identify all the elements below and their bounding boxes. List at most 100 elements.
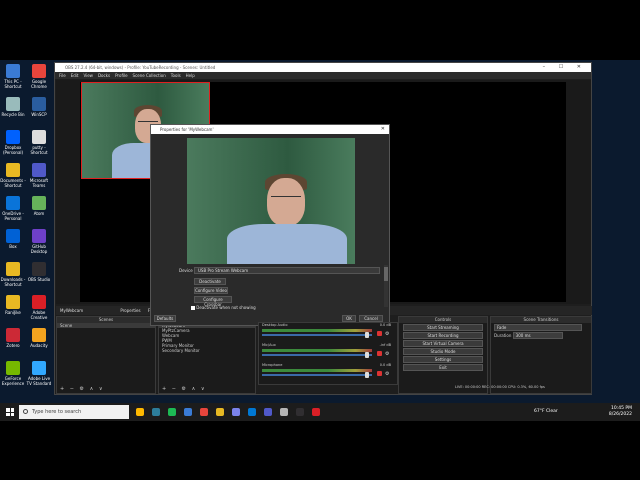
desktop-icon[interactable]: This PC - Shortcut [0, 64, 26, 89]
menu-item[interactable]: View [83, 73, 93, 78]
obs-title-bar: OBS 27.2.4 (64-bit, windows) - Profile: … [55, 63, 591, 72]
control-button[interactable]: Start Recording [403, 332, 483, 339]
clock[interactable]: 10:45 PM 8/26/2022 [609, 406, 632, 418]
gear-icon[interactable]: ⚙ [385, 351, 389, 357]
search-placeholder: Type here to search [32, 409, 82, 415]
desktop-icon[interactable]: Documents - Shortcut [0, 163, 26, 188]
desktop-icon[interactable]: putty - Shortcut [26, 130, 52, 155]
app-icon [6, 229, 20, 243]
channel-db: 0.0 dB [379, 323, 391, 327]
window-controls[interactable]: – ☐ ✕ [543, 63, 587, 72]
configure-video-button[interactable]: Configure Video [194, 287, 228, 294]
app-icon [32, 328, 46, 342]
speaker-icon[interactable] [377, 351, 382, 356]
app-icon [32, 64, 46, 78]
speaker-icon[interactable] [377, 331, 382, 336]
taskbar-app-icon[interactable] [184, 408, 192, 416]
source-item[interactable]: Secondary Monitor [159, 348, 255, 353]
volume-slider[interactable] [262, 374, 372, 376]
duration-input[interactable]: 300 ms [512, 332, 563, 339]
close-icon[interactable]: ✕ [381, 125, 385, 134]
volume-slider-handle[interactable] [365, 332, 369, 338]
taskbar-app-icon[interactable] [296, 408, 304, 416]
volume-slider[interactable] [262, 354, 372, 356]
gear-icon[interactable]: ⚙ [385, 371, 389, 377]
app-icon [6, 328, 20, 342]
desktop-icon[interactable]: Zotero [0, 328, 26, 348]
deactivate-checkbox-row[interactable]: Deactivate when not showing [191, 305, 256, 310]
taskbar-app-icon[interactable] [232, 408, 240, 416]
desktop-icon-label: Atom [33, 211, 45, 216]
desktop-icon[interactable]: Adobe Creative [26, 295, 52, 320]
configure-crossbar-button[interactable]: Configure Crossbar [194, 296, 232, 307]
app-icon [6, 196, 20, 210]
desktop-icon[interactable]: Audacity [26, 328, 52, 348]
scene-item[interactable]: Scene [57, 323, 155, 328]
channel-db: -inf dB [379, 343, 391, 347]
desktop-icon[interactable]: WinSCP [26, 97, 52, 117]
taskbar-search-input[interactable]: Type here to search [19, 405, 129, 419]
desktop-icon[interactable]: OBS Studio [26, 262, 52, 282]
desktop-screen: This PC - Shortcut Google Chrome Recycle B… [0, 60, 640, 421]
menu-item[interactable]: Scene Collection [133, 73, 166, 78]
device-select[interactable]: USB Pro Stream Webcam [194, 267, 380, 274]
control-button[interactable]: Start Virtual Camera [403, 340, 483, 347]
desktop-icon[interactable]: Microsoft Teams [26, 163, 52, 188]
desktop-icon[interactable]: Adobe Live TV Standard [26, 361, 52, 386]
desktop-icon[interactable]: Box [0, 229, 26, 249]
control-button[interactable]: Start Streaming [403, 324, 483, 331]
defaults-button[interactable]: Defaults [154, 315, 176, 322]
transition-select[interactable]: Fade [494, 324, 582, 331]
menu-item[interactable]: File [59, 73, 66, 78]
volume-meter [262, 329, 372, 332]
control-button[interactable]: Settings [403, 356, 483, 363]
windows-start-icon[interactable] [6, 408, 14, 416]
taskbar-app-icon[interactable] [216, 408, 224, 416]
selected-source-name: MyWebcam [60, 308, 84, 313]
properties-button[interactable]: Properties [120, 308, 140, 313]
menu-item[interactable]: Docks [98, 73, 110, 78]
desktop-icon-label: OneDrive - Personal [2, 211, 24, 221]
dialog-scrollbar[interactable] [384, 265, 388, 307]
desktop-icon[interactable]: Dropbox (Personal) [0, 130, 26, 155]
taskbar-app-icon[interactable] [248, 408, 256, 416]
volume-slider-handle[interactable] [365, 372, 369, 378]
control-button[interactable]: Studio Mode [403, 348, 483, 355]
taskbar-app-icon[interactable] [312, 408, 320, 416]
gear-icon[interactable]: ⚙ [385, 331, 389, 337]
speaker-icon[interactable] [377, 371, 382, 376]
desktop-icon[interactable]: Recycle Bin [0, 97, 26, 117]
checkbox[interactable] [191, 306, 195, 310]
taskbar-app-icon[interactable] [152, 408, 160, 416]
menu-item[interactable]: Help [186, 73, 195, 78]
menu-item[interactable]: Profile [115, 73, 127, 78]
sources-footer-buttons[interactable]: + − ⚙ ∧ ∨ [159, 386, 255, 393]
desktop-icon[interactable]: GitHub Desktop [26, 229, 52, 254]
taskbar-app-icon[interactable] [264, 408, 272, 416]
device-label: Device [179, 268, 193, 273]
menu-item[interactable]: Edit [71, 73, 79, 78]
taskbar-app-icon[interactable] [136, 408, 144, 416]
taskbar-app-icon[interactable] [200, 408, 208, 416]
volume-slider[interactable] [262, 334, 372, 336]
volume-slider-handle[interactable] [365, 352, 369, 358]
app-icon [32, 130, 46, 144]
cancel-button[interactable]: Cancel [359, 315, 383, 322]
taskbar-app-icon[interactable] [168, 408, 176, 416]
desktop-icon[interactable]: RaniJike [0, 295, 26, 315]
desktop-icon[interactable]: Google Chrome [26, 64, 52, 89]
desktop-icon[interactable]: Atom [26, 196, 52, 216]
desktop-icon[interactable]: GeForce Experience [0, 361, 26, 386]
deactivate-device-button[interactable]: Deactivate [194, 278, 226, 285]
ok-button[interactable]: OK [342, 315, 356, 322]
taskbar-app-icon[interactable] [280, 408, 288, 416]
scenes-footer-buttons[interactable]: + − ⚙ ∧ ∨ [57, 386, 155, 393]
volume-meter [262, 369, 372, 372]
control-button[interactable]: Exit [403, 364, 483, 371]
transitions-panel: Scene Transitions Fade Duration 300 ms [490, 316, 592, 394]
desktop-icon[interactable]: Downloads - Shortcut [0, 262, 26, 287]
menu-item[interactable]: Tools [171, 73, 181, 78]
app-icon [32, 163, 46, 177]
desktop-icon[interactable]: OneDrive - Personal [0, 196, 26, 221]
weather-widget[interactable]: 67°F Clear [534, 409, 558, 414]
